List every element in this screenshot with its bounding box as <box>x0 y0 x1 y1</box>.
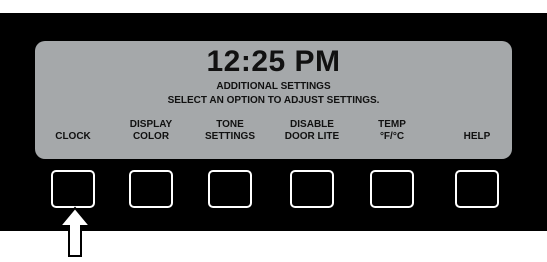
control-panel: 12:25 PM ADDITIONAL SETTINGS SELECT AN O… <box>0 13 547 231</box>
option-label-temp-unit: TEMP °F/°C <box>378 119 406 142</box>
display-screen: 12:25 PM ADDITIONAL SETTINGS SELECT AN O… <box>35 41 512 159</box>
screen-title: ADDITIONAL SETTINGS <box>216 81 331 92</box>
option-label-help: HELP <box>463 131 491 142</box>
up-arrow-icon <box>58 206 92 257</box>
screen-instruction: SELECT AN OPTION TO ADJUST SETTINGS. <box>167 95 380 106</box>
option-label-clock: CLOCK <box>55 131 91 142</box>
option-label-disable-door-lite: DISABLE DOOR LITE <box>284 119 340 142</box>
disable-door-lite-button[interactable] <box>290 170 334 208</box>
tone-settings-button[interactable] <box>208 170 252 208</box>
clock-time: 12:25 PM <box>206 45 341 78</box>
option-label-display-color: DISPLAY COLOR <box>129 119 173 142</box>
clock-button[interactable] <box>51 170 95 208</box>
option-label-tone-settings: TONE SETTINGS <box>204 119 255 142</box>
display-color-button[interactable] <box>129 170 173 208</box>
temp-unit-button[interactable] <box>370 170 414 208</box>
help-button[interactable] <box>455 170 499 208</box>
